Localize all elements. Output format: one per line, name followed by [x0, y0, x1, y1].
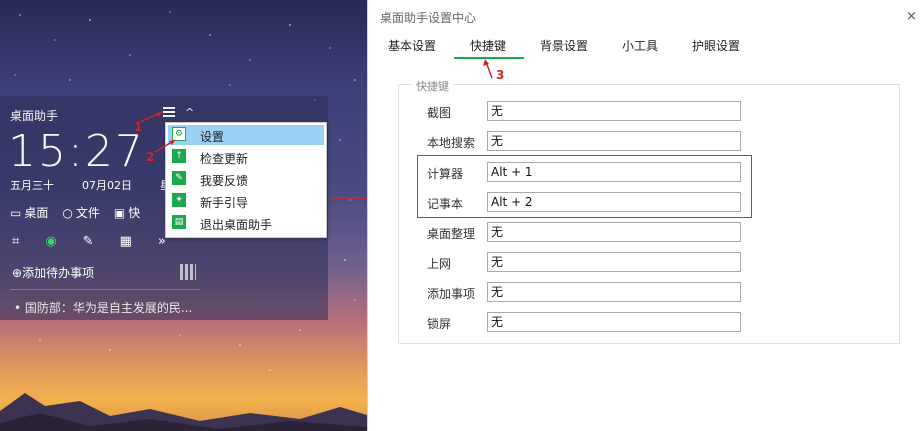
- exit-icon: ▤: [172, 215, 186, 229]
- file-label: 文件: [75, 206, 100, 220]
- widget-divider: [10, 289, 200, 290]
- calendar-date: 07月02日: [82, 179, 132, 192]
- menu-item-feedback[interactable]: ✎ 我要反馈: [168, 169, 324, 189]
- calculator-icon[interactable]: ▦: [120, 234, 132, 249]
- widget-quick-icons: ⌗ ◉ ✎ ▦ »: [12, 234, 166, 249]
- close-icon[interactable]: ×: [906, 9, 917, 24]
- monitor-icon: ▭: [10, 206, 22, 220]
- desktop-background: 桌面助手 ^ 15:27 五月三十 07月02日 星 ▭桌面 ○文件 ▣快 ⌗ …: [0, 0, 367, 431]
- tab-background-settings[interactable]: 背景设置: [540, 37, 588, 54]
- hotkey-label-screenshot: 截图: [427, 106, 452, 120]
- tab-gadgets[interactable]: 小工具: [622, 37, 658, 54]
- mountain-silhouette: [0, 393, 367, 431]
- hotkey-input-screenshot[interactable]: 无: [487, 101, 741, 121]
- crop-icon[interactable]: ⌗: [12, 234, 19, 249]
- hotkey-group-title: 快捷键: [412, 78, 453, 94]
- leaf-icon: ✦: [172, 193, 186, 207]
- search-icon: ○: [62, 206, 73, 220]
- chevron-up-icon[interactable]: ^: [185, 106, 194, 119]
- widget-title: 桌面助手: [10, 109, 59, 123]
- step-2-label: 2: [146, 150, 155, 164]
- hotkey-input-local-search[interactable]: 无: [487, 131, 741, 151]
- highlight-box: [417, 155, 752, 218]
- menu-item-check-update[interactable]: ↑ 检查更新: [168, 147, 324, 167]
- hotkey-input-desktop-organize[interactable]: 无: [487, 222, 741, 242]
- news-text: 国防部：华为是自主发展的民...: [24, 301, 193, 315]
- hotkey-label-local-search: 本地搜索: [427, 136, 476, 150]
- quick-button[interactable]: ▣ 快: [114, 204, 140, 221]
- tab-eye-protection[interactable]: 护眼设置: [692, 37, 740, 54]
- menu-item-label: 检查更新: [200, 152, 249, 166]
- step-3-label: 3: [496, 68, 505, 82]
- card-icon: ▣: [113, 206, 126, 220]
- desktop-label: 桌面: [24, 206, 49, 220]
- settings-window: 桌面助手设置中心 × 基本设置 快捷键 背景设置 小工具 护眼设置 3 快捷键 …: [367, 0, 923, 431]
- menu-item-exit[interactable]: ▤ 退出桌面助手: [168, 213, 324, 233]
- hotkey-input-add-item[interactable]: 无: [487, 282, 741, 302]
- file-search-button[interactable]: ○ 文件: [62, 204, 100, 221]
- hotkey-label-add-item: 添加事项: [427, 287, 476, 301]
- add-todo-button[interactable]: ⊕添加待办事项: [12, 264, 94, 281]
- menu-item-guide[interactable]: ✦ 新手引导: [168, 191, 324, 211]
- add-todo-label: 添加待办事项: [22, 266, 95, 280]
- widget-context-menu: ⚙ 设置 ↑ 检查更新 ✎ 我要反馈 ✦ 新手引导 ▤ 退出桌面助手: [165, 122, 327, 238]
- menu-item-label: 新手引导: [200, 196, 249, 210]
- lunar-date: 五月三十: [10, 179, 54, 192]
- window-title: 桌面助手设置中心: [380, 11, 477, 25]
- hotkey-label-lock-screen: 锁屏: [427, 317, 452, 331]
- eye-icon[interactable]: ◉: [45, 234, 56, 249]
- desktop-button[interactable]: ▭ 桌面: [10, 204, 48, 221]
- tab-basic-settings[interactable]: 基本设置: [388, 37, 436, 54]
- menu-item-label: 我要反馈: [200, 174, 249, 188]
- menu-item-label: 设置: [200, 130, 225, 144]
- hotkey-input-internet[interactable]: 无: [487, 252, 741, 272]
- menu-item-settings[interactable]: ⚙ 设置: [168, 125, 324, 145]
- news-ticker[interactable]: • 国防部：华为是自主发展的民...: [14, 299, 192, 316]
- notepad-icon[interactable]: ✎: [83, 234, 94, 249]
- hotkey-label-internet: 上网: [427, 257, 452, 271]
- plus-circle-icon: ⊕: [12, 266, 23, 280]
- quick-label: 快: [128, 206, 141, 220]
- widget-toolbar: ▭ 桌面 ○ 文件 ▣ 快: [10, 204, 140, 221]
- step-1-label: 1: [134, 120, 143, 134]
- edit-icon: ✎: [172, 171, 186, 185]
- menu-item-label: 退出桌面助手: [200, 218, 273, 232]
- qr-code-icon[interactable]: [180, 264, 196, 280]
- hotkey-input-lock-screen[interactable]: 无: [487, 312, 741, 332]
- hotkey-label-desktop-organize: 桌面整理: [427, 227, 476, 241]
- tab-hotkeys[interactable]: 快捷键: [470, 37, 506, 54]
